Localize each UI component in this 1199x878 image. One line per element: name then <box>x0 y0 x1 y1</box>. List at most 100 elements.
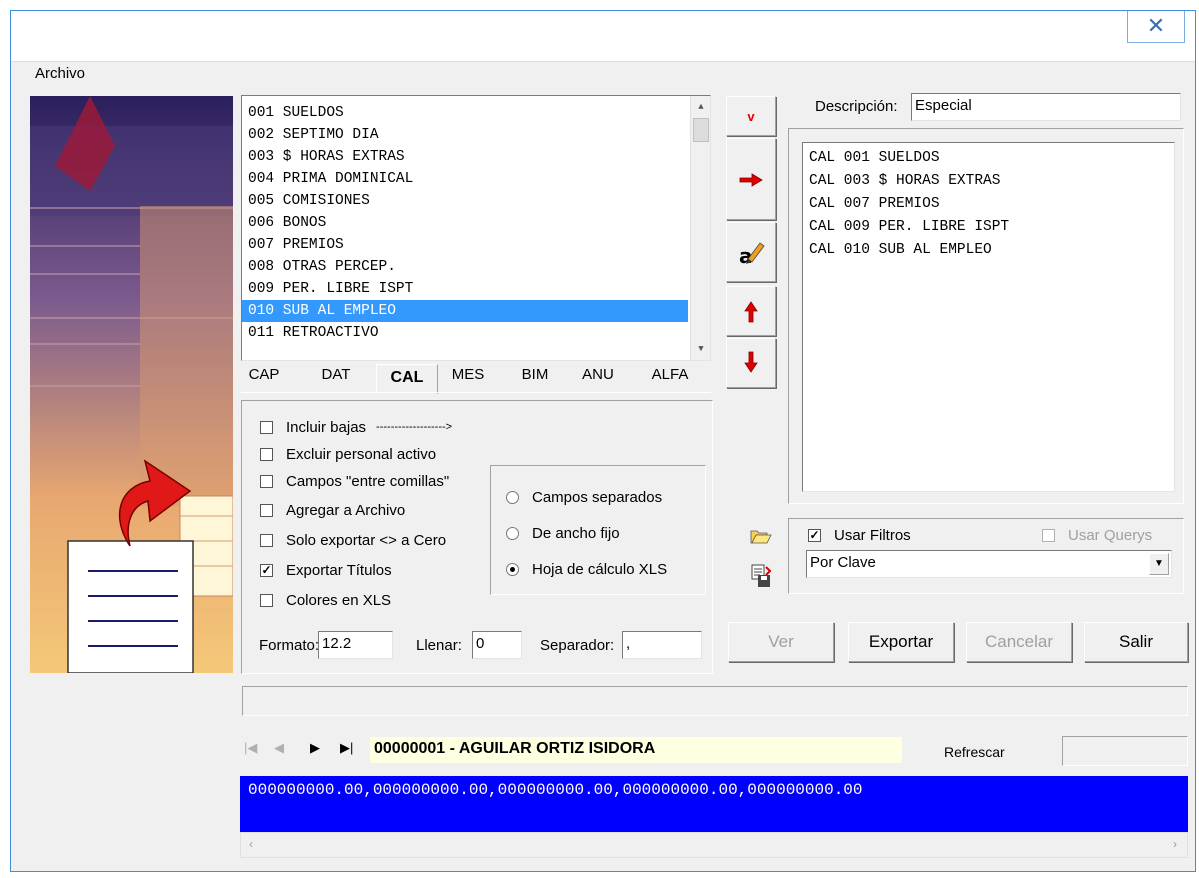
field-list-item[interactable]: 010 SUB AL EMPLEO <box>242 300 688 322</box>
salir-button[interactable]: Salir <box>1084 622 1188 662</box>
ver-button[interactable]: Ver <box>728 622 834 662</box>
scroll-up-icon[interactable]: ▲ <box>691 102 711 112</box>
move-down-all-button[interactable]: v <box>726 96 776 136</box>
excluir-activo-checkbox[interactable] <box>260 447 273 461</box>
export-illustration <box>30 96 233 673</box>
arrow-right-icon <box>739 173 763 187</box>
scroll-right-icon[interactable]: › <box>1173 837 1177 851</box>
scroll-down-icon[interactable]: ▼ <box>691 344 711 354</box>
selected-list-item[interactable]: CAL 001 SUELDOS <box>803 147 1174 170</box>
agregar-archivo-checkbox[interactable] <box>260 503 273 517</box>
field-list-item[interactable]: 008 OTRAS PERCEP. <box>242 256 688 278</box>
colores-xls-checkbox[interactable] <box>260 593 273 607</box>
arrow-down-icon <box>744 351 758 373</box>
tab-alfa[interactable]: ALFA <box>636 362 704 392</box>
last-record-icon[interactable]: ▶| <box>340 740 353 756</box>
close-button[interactable]: ✕ <box>1127 11 1185 43</box>
exportar-button[interactable]: Exportar <box>848 622 954 662</box>
field-list-item[interactable]: 001 SUELDOS <box>242 102 688 124</box>
descripcion-input[interactable]: Especial <box>911 93 1181 121</box>
usar-querys-checkbox[interactable] <box>1042 528 1055 542</box>
tab-anu[interactable]: ANU <box>572 362 624 392</box>
next-record-icon[interactable]: ▶ <box>310 740 320 756</box>
title-bar: ✕ <box>11 11 1195 61</box>
formato-label: Formato: <box>259 637 320 654</box>
output-hscrollbar[interactable]: ‹ › <box>240 832 1188 858</box>
llenar-input[interactable]: 0 <box>472 631 522 659</box>
usar-filtros-checkbox[interactable]: ✓ <box>808 528 821 542</box>
campos-comillas-option[interactable]: Campos "entre comillas" <box>260 470 449 492</box>
ancho-fijo-option[interactable]: De ancho fijo <box>506 522 620 544</box>
move-up-button[interactable] <box>726 286 776 336</box>
exportar-titulos-option[interactable]: ✓ Exportar Títulos <box>260 559 392 581</box>
solo-exportar-checkbox[interactable] <box>260 533 273 547</box>
separador-input[interactable]: , <box>622 631 702 659</box>
field-list-item[interactable]: 004 PRIMA DOMINICAL <box>242 168 688 190</box>
tab-dat[interactable]: DAT <box>310 362 362 392</box>
selected-list-item[interactable]: CAL 010 SUB AL EMPLEO <box>803 239 1174 262</box>
add-field-button[interactable] <box>726 138 776 220</box>
move-down-button[interactable] <box>726 338 776 388</box>
edit-field-button[interactable]: a <box>726 222 776 282</box>
field-list-item[interactable]: 006 BONOS <box>242 212 688 234</box>
order-select[interactable]: Por Clave ▼ <box>806 550 1172 578</box>
colores-xls-option[interactable]: Colores en XLS <box>260 589 391 611</box>
selected-listbox[interactable]: CAL 001 SUELDOS CAL 003 $ HORAS EXTRAS CAL… <box>802 142 1175 492</box>
field-list-item[interactable]: 002 SEPTIMO DIA <box>242 124 688 146</box>
scroll-thumb[interactable] <box>693 118 709 142</box>
tab-bim[interactable]: BIM <box>506 362 564 392</box>
campos-separados-option[interactable]: Campos separados <box>506 486 662 508</box>
tab-cap[interactable]: CAP <box>246 362 282 392</box>
hoja-xls-option[interactable]: Hoja de cálculo XLS <box>506 558 667 580</box>
dropdown-chevron-icon[interactable]: ▼ <box>1149 553 1169 575</box>
selected-list: CAL 001 SUELDOS CAL 003 $ HORAS EXTRAS CAL… <box>803 147 1174 262</box>
current-record: 00000001 - AGUILAR ORTIZ ISIDORA <box>370 737 902 763</box>
incluir-bajas-option[interactable]: Incluir bajas -------------------> <box>260 416 452 438</box>
field-list-item[interactable]: 007 PREMIOS <box>242 234 688 256</box>
tabs-divider <box>241 392 711 393</box>
refrescar-label: Refrescar <box>944 744 1005 760</box>
selected-list-item[interactable]: CAL 007 PREMIOS <box>803 193 1174 216</box>
chevron-down-icon: v <box>747 109 755 124</box>
excluir-activo-option[interactable]: Excluir personal activo <box>260 443 436 465</box>
fields-scrollbar[interactable]: ▲ ▼ <box>690 96 710 360</box>
usar-querys-option[interactable]: Usar Querys <box>1042 524 1152 546</box>
selected-list-item[interactable]: CAL 003 $ HORAS EXTRAS <box>803 170 1174 193</box>
llenar-label: Llenar: <box>416 637 462 654</box>
campos-separados-radio[interactable] <box>506 490 519 504</box>
selected-list-item[interactable]: CAL 009 PER. LIBRE ISPT <box>803 216 1174 239</box>
scroll-left-icon[interactable]: ‹ <box>249 837 253 851</box>
refrescar-box[interactable] <box>1062 736 1188 766</box>
hoja-xls-radio[interactable] <box>506 562 519 576</box>
agregar-archivo-option[interactable]: Agregar a Archivo <box>260 499 405 521</box>
incluir-bajas-checkbox[interactable] <box>260 420 273 434</box>
progress-bar <box>242 686 1188 716</box>
first-record-icon[interactable]: |◀ <box>244 740 257 756</box>
pencil-eraser-icon: a <box>739 242 765 268</box>
cancelar-button[interactable]: Cancelar <box>966 622 1072 662</box>
output-preview: 000000000.00,000000000.00,000000000.00,0… <box>240 776 1188 832</box>
field-list-item[interactable]: 003 $ HORAS EXTRAS <box>242 146 688 168</box>
field-list-item[interactable]: 005 COMISIONES <box>242 190 688 212</box>
campos-comillas-checkbox[interactable] <box>260 474 273 488</box>
menu-bar: Archivo <box>11 61 1195 87</box>
solo-exportar-option[interactable]: Solo exportar <> a Cero <box>260 529 446 551</box>
tab-cal[interactable]: CAL <box>376 364 438 394</box>
descripcion-label: Descripción: <box>815 98 898 115</box>
tab-mes[interactable]: MES <box>444 362 492 392</box>
fields-listbox[interactable]: 001 SUELDOS 002 SEPTIMO DIA 003 $ HORAS EX… <box>241 95 711 361</box>
close-icon: ✕ <box>1146 13 1166 38</box>
formato-input[interactable]: 12.2 <box>318 631 393 659</box>
save-export-icon[interactable] <box>750 563 772 589</box>
folder-open-icon[interactable] <box>750 527 772 545</box>
exportar-titulos-checkbox[interactable]: ✓ <box>260 563 273 577</box>
arrow-up-icon <box>744 301 758 323</box>
field-list-item[interactable]: 009 PER. LIBRE ISPT <box>242 278 688 300</box>
fields-list: 001 SUELDOS 002 SEPTIMO DIA 003 $ HORAS EX… <box>242 102 688 344</box>
ancho-fijo-radio[interactable] <box>506 526 519 540</box>
prev-record-icon[interactable]: ◀ <box>274 740 284 756</box>
usar-filtros-option[interactable]: ✓ Usar Filtros <box>808 524 911 546</box>
field-list-item[interactable]: 011 RETROACTIVO <box>242 322 688 344</box>
menu-archivo[interactable]: Archivo <box>35 65 85 82</box>
separador-label: Separador: <box>540 637 615 654</box>
